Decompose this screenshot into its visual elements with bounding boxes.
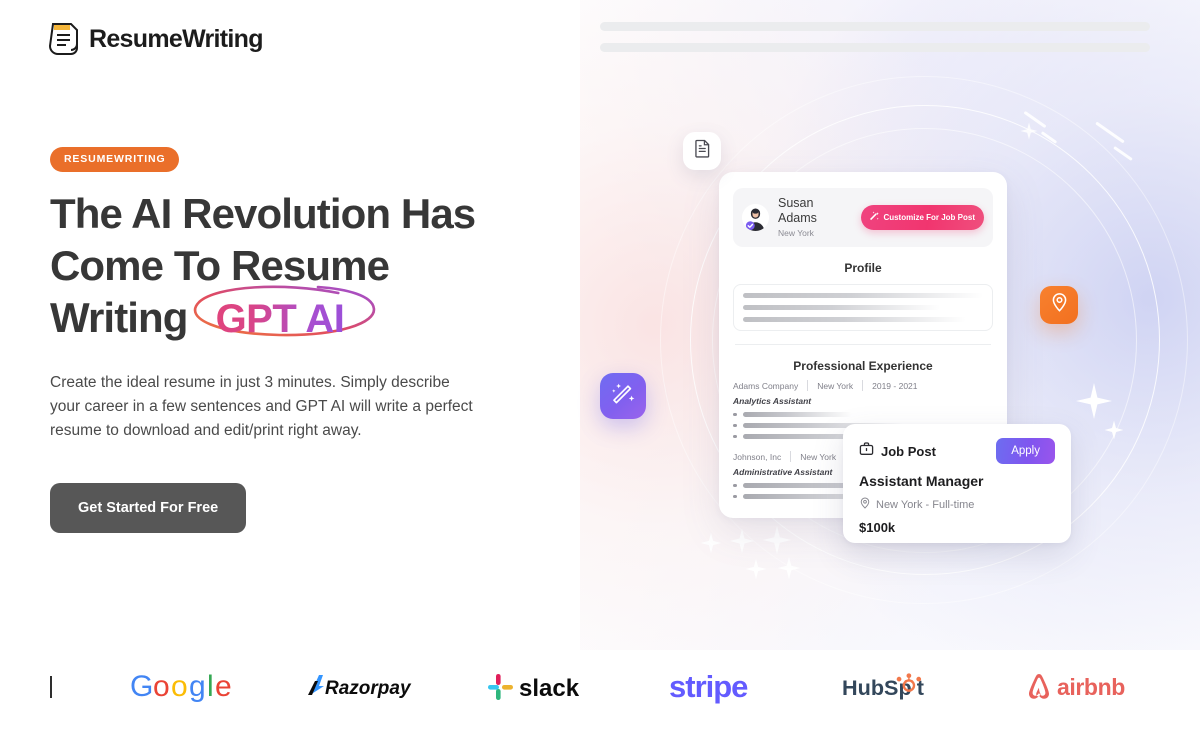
google-logo: G o o g l e [130, 670, 232, 703]
get-started-button[interactable]: Get Started For Free [50, 483, 247, 533]
magic-wand-tile[interactable] [600, 373, 646, 419]
experience-heading: Professional Experience [793, 359, 933, 373]
section-divider [735, 344, 991, 345]
hero-section: RESUMEWRITING The AI Revolution Has Come… [50, 147, 520, 533]
location-pin-icon [859, 497, 871, 512]
bullet-dot [733, 483, 737, 488]
document-lines-icon [48, 22, 80, 56]
svg-text:G: G [130, 670, 153, 703]
sparkle-icon [1020, 122, 1038, 140]
svg-text:o: o [171, 670, 188, 703]
bullet-item [733, 412, 993, 417]
resume-person-location: New York [778, 228, 814, 238]
job-post-location: New York - Full-time [859, 497, 1055, 512]
avatar [742, 204, 769, 231]
brand-logo[interactable]: ResumeWriting [48, 22, 264, 56]
profile-heading: Profile [844, 261, 882, 275]
job-post-header: Job Post Apply [859, 438, 1055, 464]
landing-page: ResumeWriting RESUMEWRITING The AI Revol… [0, 0, 1200, 750]
experience-location: New York [817, 380, 854, 391]
svg-text:Razorpay: Razorpay [325, 678, 412, 699]
decorative-dash [1113, 145, 1133, 162]
headline-line-3: Writing [50, 294, 188, 341]
brand-airbnb: airbnb [1022, 655, 1147, 719]
hubspot-logo: HubSp t [842, 673, 924, 700]
header-skeleton-bar [600, 43, 1150, 52]
sparkle-icon [745, 558, 767, 580]
hero-badge: RESUMEWRITING [50, 147, 180, 172]
sparkle-icon [762, 525, 792, 555]
stripe-logo: stripe [669, 669, 749, 704]
brand-razorpay: Razorpay [302, 655, 422, 719]
airbnb-logo: airbnb [1028, 674, 1125, 700]
magic-wand-icon [868, 211, 880, 224]
customize-button-label: Customize For Job Post [883, 213, 975, 222]
job-post-role: Assistant Manager [859, 473, 984, 489]
skeleton-line [743, 293, 983, 298]
document-tile[interactable] [683, 132, 721, 170]
sparkle-icon [1075, 382, 1113, 420]
decorative-dash [1040, 131, 1058, 144]
resume-person-name: Susan Adams [778, 196, 817, 225]
hero-subtext: Create the ideal resume in just 3 minute… [50, 374, 473, 439]
svg-text:airbnb: airbnb [1057, 674, 1125, 700]
apply-button[interactable]: Apply [996, 438, 1055, 464]
magic-wand-icon [610, 381, 636, 412]
resume-profile-row: Susan Adams New York Customize For Job P… [733, 188, 993, 247]
partner-logo-strip: G o o g l e Razorpay slack stripe HubSp … [0, 655, 1200, 719]
brand-hubspot: HubSp t [842, 655, 962, 719]
header-skeleton-bar [600, 22, 1150, 31]
location-tile[interactable] [1040, 286, 1078, 324]
location-pin-icon [1049, 292, 1070, 318]
bullet-dot [733, 434, 737, 439]
headline-line-2: Come To Resume [50, 242, 390, 289]
job-post-card: Job Post Apply Assistant Manager New Yor… [843, 424, 1071, 543]
skeleton-line [743, 305, 940, 310]
sparkle-icon [729, 528, 755, 554]
experience-company: Johnson, Inc [733, 451, 782, 462]
sparkle-icon [777, 556, 801, 580]
sparkle-icon [1104, 420, 1124, 440]
skeleton-line [743, 317, 967, 322]
svg-text:e: e [215, 670, 232, 703]
brand-stripe: stripe [662, 655, 782, 719]
sparkle-icon [700, 532, 722, 554]
job-post-title: Job Post [881, 443, 936, 459]
svg-text:o: o [153, 670, 170, 703]
experience-role: Analytics Assistant [733, 396, 812, 406]
headline-highlight: GPT AI [215, 297, 345, 341]
profile-skeleton-box [733, 284, 993, 331]
svg-text:stripe: stripe [669, 669, 748, 704]
svg-text:g: g [189, 670, 206, 703]
brand-slack: slack [482, 655, 602, 719]
job-post-salary: $100k [859, 520, 896, 535]
page-title: The AI Revolution Has Come To Resume Wri… [50, 188, 520, 345]
bullet-dot [733, 412, 737, 417]
svg-text:slack: slack [519, 675, 580, 702]
experience-location: New York [800, 451, 837, 462]
job-post-location-label: New York - Full-time [876, 498, 975, 511]
decorative-dash [1023, 110, 1047, 129]
bullet-skeleton [742, 412, 852, 417]
experience-meta: Adams Company New York 2019 - 2021 [733, 380, 993, 391]
svg-text:l: l [207, 670, 214, 703]
briefcase-icon [859, 441, 874, 461]
experience-company: Adams Company [733, 380, 799, 391]
headline-highlight-wrap: GPT AI [186, 285, 379, 345]
brand-name: ResumeWriting [89, 24, 264, 53]
document-icon [693, 139, 712, 163]
experience-dates: 2019 - 2021 [872, 380, 918, 391]
brand-google: G o o g l e [122, 655, 242, 719]
headline-line-1: The AI Revolution Has [50, 190, 476, 237]
slack-logo: slack [488, 674, 580, 702]
razorpay-logo: Razorpay [308, 675, 412, 699]
decorative-dash [1095, 121, 1125, 144]
bullet-dot [733, 423, 737, 428]
bullet-dot [733, 494, 737, 499]
customize-for-job-post-button[interactable]: Customize For Job Post [861, 205, 984, 230]
